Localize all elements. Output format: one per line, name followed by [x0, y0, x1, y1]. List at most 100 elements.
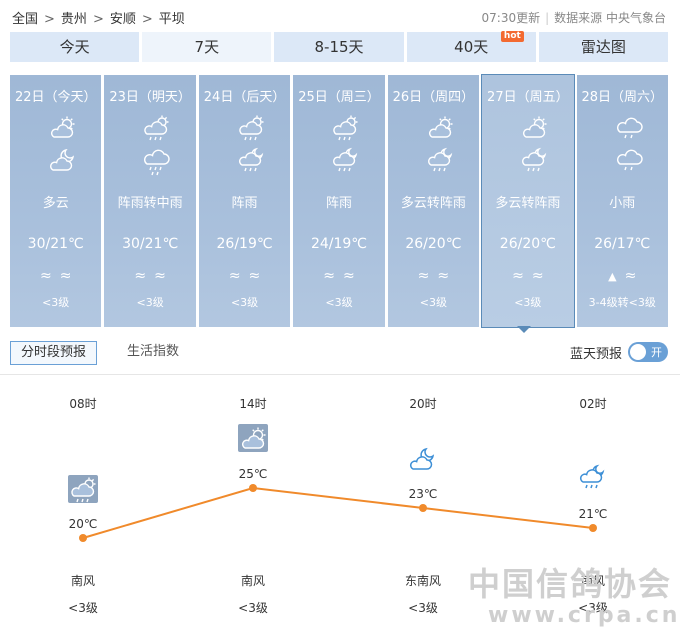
wind-icon: ≈≈ — [512, 268, 552, 284]
tab-today[interactable]: 今天 — [10, 32, 140, 62]
wind-level: <3级 — [68, 601, 98, 615]
day-card[interactable]: 25日（周三） 阵雨 24/19℃ ≈≈ <3级 — [293, 75, 385, 327]
day-card[interactable]: 22日（今天） 多云 30/21℃ ≈≈ <3级 — [10, 75, 102, 327]
shower-icon — [144, 115, 170, 141]
shower-icon — [68, 475, 98, 503]
light-rain-icon — [616, 149, 643, 171]
tab-radar[interactable]: 雷达图 — [538, 32, 669, 62]
day-temp-range: 26/20℃ — [405, 236, 462, 252]
day-temp-range: 30/21℃ — [27, 236, 84, 252]
breadcrumb-item-county[interactable]: 平坝 — [159, 12, 185, 27]
wind-icon: ≈≈ — [39, 268, 80, 284]
tab-hourly-forecast[interactable]: 分时段预报 — [10, 341, 98, 365]
day-weather-desc: 多云 — [42, 196, 69, 211]
day-temp-range: 26/20℃ — [499, 236, 556, 252]
partly-cloudy-day-icon — [50, 115, 76, 138]
breadcrumb-separator: > — [92, 12, 104, 27]
day-weather-desc: 阵雨转中雨 — [117, 196, 183, 211]
day-temp-range: 24/19℃ — [310, 236, 368, 252]
shower-icon — [333, 115, 359, 141]
shower-night-icon — [333, 148, 357, 172]
toggle-label: 开 — [651, 346, 662, 359]
day-weather-desc: 阵雨 — [231, 196, 258, 211]
breadcrumb-separator: > — [141, 12, 153, 27]
blue-sky-forecast: 蓝天预报 开 — [570, 342, 668, 362]
sub-tabs: 分时段预报 生活指数 — [10, 341, 189, 367]
day-wind-level: <3级 — [419, 296, 447, 309]
wind-level: <3级 — [238, 601, 268, 615]
partly-cloudy-night-icon — [409, 447, 435, 470]
watermark-text: 中国信鸽协会 — [468, 565, 673, 603]
tab-7-days[interactable]: 7天 — [142, 32, 272, 62]
temperature-point — [79, 534, 87, 542]
seven-day-forecast: 22日（今天） 多云 30/21℃ ≈≈ <3级 23日（明天） 阵雨转中雨 3… — [10, 74, 668, 328]
partly-cloudy-day-icon — [238, 424, 268, 452]
tab-label: 7天 — [194, 38, 220, 56]
day-date: 22日（今天） — [14, 90, 97, 105]
wind-direction: 南风 — [70, 574, 95, 588]
day-date: 26日（周四） — [392, 90, 475, 105]
wind-direction: 东南风 — [404, 574, 441, 588]
watermark-url: www.crpa.cn — [488, 603, 680, 628]
day-date: 27日（周五） — [487, 90, 569, 105]
blue-sky-label: 蓝天预报 — [569, 346, 622, 362]
day-card[interactable]: 26日（周四） 多云转阵雨 26/20℃ ≈≈ <3级 — [387, 75, 480, 327]
breadcrumb-separator: > — [44, 12, 55, 27]
breadcrumb: 全国 > 贵州 > 安顺 > 平坝 — [12, 8, 185, 27]
hour-label: 08时 — [69, 397, 97, 411]
day-temp-range: 26/19℃ — [216, 236, 273, 252]
tab-label: 雷达图 — [580, 38, 626, 56]
day-wind-level: <3级 — [136, 296, 164, 309]
toggle-knob — [630, 344, 646, 360]
forecast-tabs: 今天 7天 8-15天 40天 hot 雷达图 — [10, 31, 669, 62]
tab-label: 8-15天 — [314, 38, 364, 56]
wind-icon: ▲≈ — [608, 268, 645, 284]
tab-8-15-days[interactable]: 8-15天 — [274, 32, 404, 62]
partly-cloudy-night-icon — [49, 149, 74, 171]
data-source: 数据来源 中央气象台 — [554, 11, 666, 25]
shower-night-icon — [427, 148, 452, 172]
day-card-selected[interactable]: 27日（周五） 多云转阵雨 26/20℃ ≈≈ <3级 — [481, 74, 575, 328]
day-wind-level: <3级 — [514, 296, 542, 309]
day-wind-level: <3级 — [42, 296, 70, 309]
top-bar: 全国 > 贵州 > 安顺 > 平坝 07:30更新 | 数据来源 中央气象台 — [0, 0, 680, 34]
day-date: 23日（明天） — [109, 90, 191, 105]
temperature-label: 23℃ — [409, 487, 438, 501]
update-info: 07:30更新 | 数据来源 中央气象台 — [481, 11, 666, 25]
light-rain-icon — [616, 117, 643, 139]
temperature-point — [249, 484, 257, 492]
day-card[interactable]: 28日（周六） 小雨 26/17℃ ▲≈ 3-4级转<3级 — [576, 75, 668, 327]
hour-label: 02时 — [579, 397, 607, 411]
temperature-line — [82, 486, 594, 539]
day-weather-desc: 多云转阵雨 — [400, 196, 466, 211]
shower-night-icon — [522, 148, 546, 172]
breadcrumb-item-country[interactable]: 全国 — [12, 12, 38, 27]
temperature-point — [419, 504, 427, 512]
day-temp-range: 30/21℃ — [122, 236, 179, 252]
tab-40-days[interactable]: 40天 hot — [406, 31, 536, 62]
hour-label: 14时 — [239, 397, 267, 411]
shower-night-icon — [579, 464, 605, 489]
wind-icon: ≈≈ — [134, 268, 174, 284]
day-weather-desc: 多云转阵雨 — [495, 196, 561, 211]
day-card[interactable]: 23日（明天） 阵雨转中雨 30/21℃ ≈≈ <3级 — [104, 75, 196, 327]
rain-icon — [144, 149, 171, 176]
wind-level: <3级 — [408, 601, 438, 615]
day-card[interactable]: 24日（后天） 阵雨 26/19℃ ≈≈ <3级 — [198, 75, 291, 327]
breadcrumb-item-province[interactable]: 贵州 — [61, 12, 87, 27]
temperature-label: 21℃ — [579, 507, 608, 521]
wind-icon: ≈≈ — [228, 268, 269, 284]
day-wind-level: <3级 — [230, 296, 259, 309]
blue-sky-toggle[interactable]: 开 — [628, 342, 668, 362]
selected-day-pointer — [517, 326, 531, 333]
shower-icon — [239, 115, 265, 141]
day-weather-desc: 小雨 — [609, 196, 636, 211]
day-date: 24日（后天） — [203, 90, 286, 105]
temperature-point — [589, 524, 597, 532]
day-wind-level: <3级 — [325, 296, 353, 309]
wind-icon: ≈≈ — [417, 268, 458, 284]
partly-cloudy-day-icon — [428, 115, 453, 138]
breadcrumb-item-city[interactable]: 安顺 — [110, 12, 136, 27]
update-time: 07:30更新 — [481, 11, 541, 25]
tab-life-index[interactable]: 生活指数 — [117, 341, 189, 365]
